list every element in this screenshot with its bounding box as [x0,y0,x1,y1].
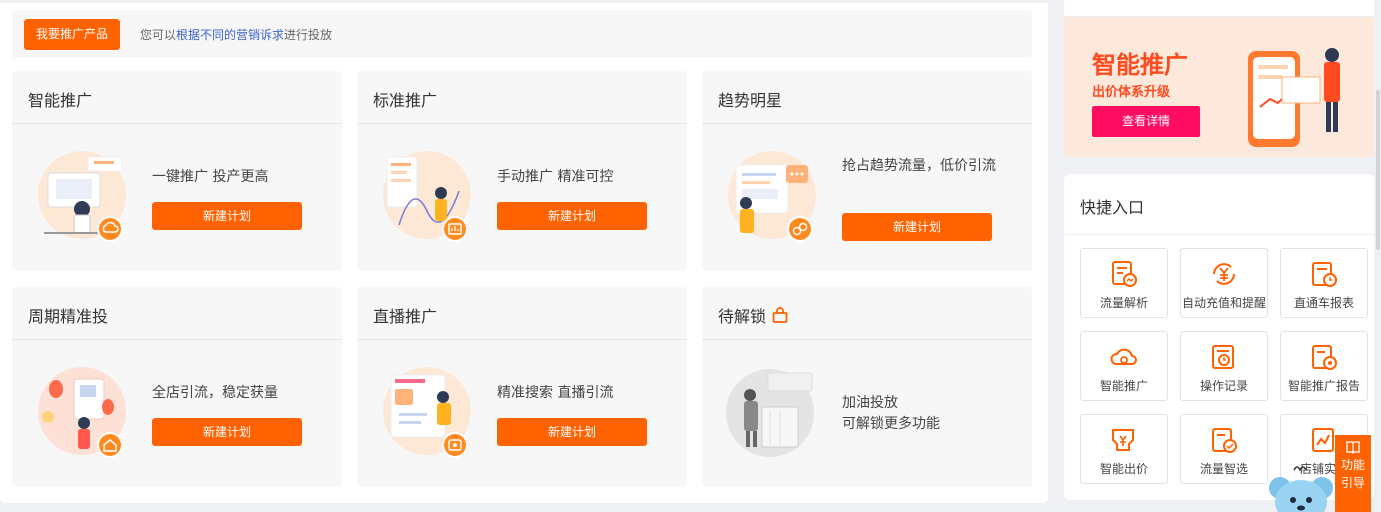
card-description: 一键推广 投产更高 [152,169,269,185]
guide-label-line2: 引导 [1340,476,1365,490]
quick-access-title: 快捷入口 [1080,198,1145,217]
divider [702,339,1032,340]
quick-item-label: 自动充值和提醒 [1181,296,1266,310]
quick-smart-promotion[interactable]: 智能推广 [1080,331,1168,401]
card-description-line1: 加油投放 [842,395,898,411]
quick-item-label: 智能出价 [1099,462,1148,476]
traffic-analysis-icon [1112,261,1137,287]
quick-express-report[interactable]: 直通车报表 [1280,248,1368,318]
phone-person-illustration [1248,48,1340,147]
promo-hint: 您可以根据不同的营销诉求进行投放 [140,26,332,43]
cloud-icon [1110,348,1137,365]
card-title: 标准推广 [373,91,438,110]
mascot-icon[interactable] [1264,462,1338,512]
card-description-line2: 可解锁更多功能 [842,416,940,432]
quick-operation-log[interactable]: 操作记录 [1180,331,1268,401]
right-top-panel [1064,0,1374,16]
main-panel: 我要推广产品 您可以根据不同的营销诉求进行投放 智能推广 一键推广 投产更高 新… [0,0,1048,503]
traffic-select-icon [1212,428,1237,453]
promo-hint-suffix: 进行投放 [284,27,333,42]
quick-traffic-analysis[interactable]: 流量解析 [1080,248,1168,318]
quick-smart-report[interactable]: 智能推广报告 [1280,331,1368,401]
banner-subtitle: 出价体系升级 [1092,85,1171,100]
card-title: 待解锁 [718,303,788,327]
quick-item-label: 操作记录 [1199,379,1248,393]
card-live-promotion: 直播推广 精准搜索 直播引流 新建计划 [357,287,687,487]
lantern-illustration [38,367,126,458]
quick-smart-bid[interactable]: 智能出价 [1080,414,1168,484]
trend-illustration [728,151,816,242]
new-plan-button[interactable]: 新建计划 [497,418,647,446]
quick-item-label: 智能推广报告 [1287,379,1360,393]
book-icon [1346,441,1360,454]
card-description: 抢占趋势流量，低价引流 [842,158,996,174]
marketing-needs-link[interactable]: 根据不同的营销诉求 [176,28,284,42]
card-title: 直播推广 [373,307,438,326]
quick-traffic-select[interactable]: 流量智选 [1180,414,1268,484]
divider [1064,234,1374,235]
promo-bar: 我要推广产品 您可以根据不同的营销诉求进行投放 [12,10,1032,58]
card-description: 加油投放 可解锁更多功能 [842,393,1002,435]
desk-illustration [38,151,126,242]
card-periodic-precision: 周期精准投 全店引流，稳定获量 新建计划 [12,287,342,487]
top-divider [0,0,1048,3]
card-title-text: 待解锁 [718,307,767,326]
quick-item-label: 直通车报表 [1293,296,1354,310]
card-locked: 待解锁 加油投放 可解锁更多功能 [702,287,1032,487]
quick-item-label: 流量解析 [1099,296,1148,310]
divider [12,123,342,124]
card-title: 智能推广 [28,91,93,110]
card-standard-promotion: 标准推广 手动推广 精准可控 新建计划 [357,71,687,271]
scrollbar[interactable] [1376,90,1380,250]
bid-icon [1112,429,1134,451]
new-plan-button[interactable]: 新建计划 [152,418,302,446]
promo-hint-prefix: 您可以 [140,27,177,42]
record-clock-icon [1212,345,1234,369]
card-smart-promotion: 智能推广 一键推广 投产更高 新建计划 [12,71,342,271]
guide-label-line1: 功能 [1340,458,1365,472]
divider [702,123,1032,124]
divider [12,339,342,340]
locked-illustration [726,369,814,457]
card-title: 趋势明星 [718,91,783,110]
chart-person-illustration [383,151,471,242]
card-description: 精准搜索 直播引流 [497,385,614,401]
divider [357,339,687,340]
new-plan-button[interactable]: 新建计划 [497,202,647,230]
new-plan-button[interactable]: 新建计划 [842,213,992,241]
lock-icon [772,307,788,323]
yuan-refresh-icon [1213,263,1235,285]
promote-product-button[interactable]: 我要推广产品 [24,18,121,50]
banner-title: 智能推广 [1092,51,1188,79]
report-clock-icon [1312,262,1337,287]
card-trend-star: 趋势明星 抢占趋势流量，低价引流 新建计划 [702,71,1032,271]
quick-access-panel: 快捷入口 流量解析 自动充值和提醒 直通车报表 智能推广 操作记录 智能推广报告… [1064,174,1374,500]
card-title: 周期精准投 [28,307,109,326]
quick-item-label: 流量智选 [1199,462,1248,476]
live-illustration [383,367,471,458]
smart-promotion-banner[interactable]: 智能推广 出价体系升级 查看详情 [1064,17,1374,157]
quick-auto-recharge[interactable]: 自动充值和提醒 [1180,248,1268,318]
feature-guide-button[interactable]: 功能 引导 [1335,435,1371,512]
card-description: 全店引流，稳定获量 [152,385,278,401]
smart-report-icon [1312,345,1337,370]
divider [357,123,687,124]
view-details-button[interactable]: 查看详情 [1092,106,1200,137]
new-plan-button[interactable]: 新建计划 [152,202,302,230]
card-description: 手动推广 精准可控 [497,169,614,185]
quick-item-label: 智能推广 [1099,379,1148,393]
